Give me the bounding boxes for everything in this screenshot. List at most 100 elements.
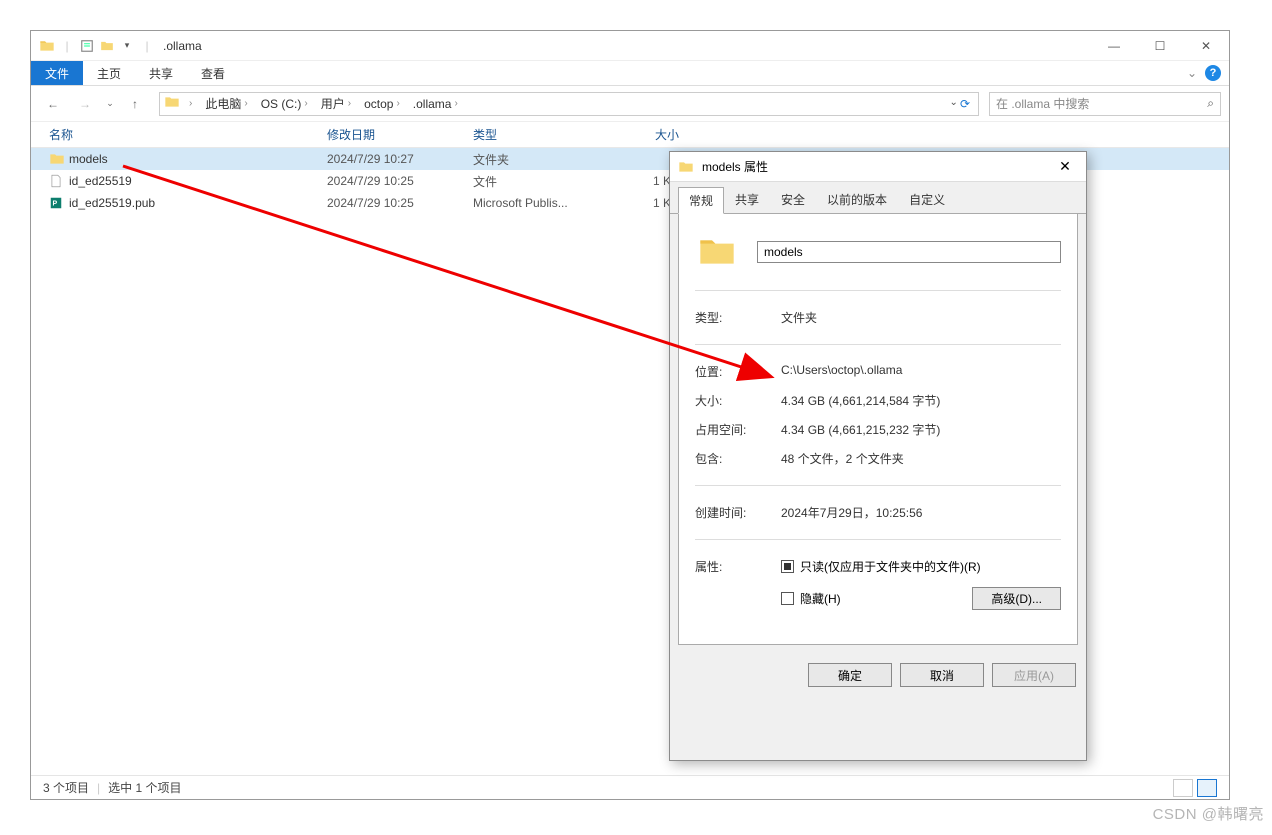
folder-icon	[164, 94, 180, 113]
breadcrumb-item[interactable]: .ollama›	[409, 93, 465, 115]
qat-sep: |	[59, 38, 75, 54]
folder-large-icon	[695, 230, 739, 274]
column-headers: 名称 修改日期 类型 大小	[31, 122, 1229, 148]
breadcrumb-item[interactable]: 用户›	[317, 93, 358, 115]
breadcrumb-item[interactable]: OS (C:)›	[257, 93, 315, 115]
minimize-button[interactable]: —	[1091, 31, 1137, 61]
prop-title-text: models 属性	[696, 158, 768, 175]
tab-custom[interactable]: 自定义	[898, 186, 956, 213]
addr-dropdown-icon[interactable]: ⌄	[950, 97, 958, 111]
view-thumbnails-button[interactable]	[1173, 779, 1193, 797]
close-button[interactable]: ✕	[1183, 31, 1229, 61]
tab-home[interactable]: 主页	[83, 61, 135, 85]
advanced-button[interactable]: 高级(D)...	[972, 587, 1061, 610]
ribbon-expand-icon[interactable]: ⌄	[1187, 66, 1197, 80]
col-type[interactable]: 类型	[473, 126, 599, 143]
file-date: 2024/7/29 10:27	[327, 152, 473, 166]
folder-icon	[49, 151, 69, 167]
prop-name-input[interactable]	[757, 241, 1061, 263]
breadcrumb-item[interactable]: 此电脑›	[201, 93, 254, 115]
prop-created-label: 创建时间:	[695, 504, 781, 521]
view-details-button[interactable]	[1197, 779, 1217, 797]
maximize-button[interactable]: ☐	[1137, 31, 1183, 61]
navbar: ← → ⌄ ↑ › 此电脑› OS (C:)› 用户› octop› .olla…	[31, 86, 1229, 122]
file-name: id_ed25519	[69, 174, 327, 188]
prop-type-label: 类型:	[695, 309, 781, 326]
col-date[interactable]: 修改日期	[327, 126, 473, 143]
qat-new-icon[interactable]	[99, 38, 115, 54]
file-date: 2024/7/29 10:25	[327, 196, 473, 210]
watermark: CSDN @韩曙亮	[1153, 803, 1264, 824]
tab-share[interactable]: 共享	[135, 61, 187, 85]
tab-view[interactable]: 查看	[187, 61, 239, 85]
recent-dropdown[interactable]: ⌄	[103, 90, 117, 118]
prop-attrs-label: 属性:	[695, 558, 781, 575]
file-name: id_ed25519.pub	[69, 196, 327, 210]
search-placeholder: 在 .ollama 中搜索	[996, 95, 1089, 112]
prop-type-value: 文件夹	[781, 309, 817, 326]
file-icon	[49, 174, 69, 188]
qat-props-icon[interactable]	[79, 38, 95, 54]
prop-ondisk-label: 占用空间:	[695, 421, 781, 438]
qat-dropdown[interactable]: ▾	[119, 38, 135, 54]
qat-sep2: |	[139, 38, 155, 54]
refresh-icon[interactable]: ⟳	[960, 97, 970, 111]
sys-buttons: — ☐ ✕	[1091, 31, 1229, 61]
ok-button[interactable]: 确定	[808, 663, 892, 687]
chevron-right-icon[interactable]: ›	[186, 98, 195, 109]
pub-icon: P	[49, 196, 69, 210]
back-button[interactable]: ←	[39, 90, 67, 118]
tab-general[interactable]: 常规	[678, 187, 724, 214]
readonly-checkbox[interactable]	[781, 560, 794, 573]
cancel-button[interactable]: 取消	[900, 663, 984, 687]
address-bar[interactable]: › 此电脑› OS (C:)› 用户› octop› .ollama› ⌄ ⟳	[159, 92, 979, 116]
breadcrumb-item[interactable]: octop›	[360, 93, 407, 115]
status-total: 3 个项目	[43, 779, 89, 796]
svg-text:P: P	[53, 200, 58, 207]
file-type: Microsoft Publis...	[473, 196, 599, 210]
prop-ondisk-value: 4.34 GB (4,661,215,232 字节)	[781, 421, 940, 438]
prop-size-value: 4.34 GB (4,661,214,584 字节)	[781, 392, 940, 409]
qat: | ▾ |	[31, 38, 155, 54]
help-icon[interactable]: ?	[1205, 65, 1221, 81]
search-icon[interactable]: ⌕	[1207, 96, 1214, 111]
prop-location-label: 位置:	[695, 363, 781, 380]
hidden-label: 隐藏(H)	[800, 590, 841, 607]
readonly-label: 只读(仅应用于文件夹中的文件)(R)	[800, 558, 981, 575]
tab-previous[interactable]: 以前的版本	[816, 186, 898, 213]
prop-size-label: 大小:	[695, 392, 781, 409]
prop-created-value: 2024年7月29日，10:25:56	[781, 504, 922, 521]
titlebar: | ▾ | .ollama — ☐ ✕	[31, 31, 1229, 61]
tab-security[interactable]: 安全	[770, 186, 816, 213]
hidden-checkbox[interactable]	[781, 592, 794, 605]
status-sep: |	[97, 781, 100, 795]
prop-contains-value: 48 个文件，2 个文件夹	[781, 450, 904, 467]
properties-dialog: models 属性 ✕ 常规 共享 安全 以前的版本 自定义 类型:文件夹 位置…	[669, 151, 1087, 761]
up-button[interactable]: ↑	[121, 90, 149, 118]
tab-file[interactable]: 文件	[31, 61, 83, 85]
window-title: .ollama	[155, 39, 202, 53]
file-date: 2024/7/29 10:25	[327, 174, 473, 188]
forward-button[interactable]: →	[71, 90, 99, 118]
file-name: models	[69, 152, 327, 166]
ribbon-tabs: 文件 主页 共享 查看 ⌄ ?	[31, 61, 1229, 86]
prop-location-value: C:\Users\octop\.ollama	[781, 363, 902, 380]
file-type: 文件夹	[473, 151, 599, 168]
col-name[interactable]: 名称	[49, 126, 327, 143]
col-size[interactable]: 大小	[599, 126, 699, 143]
status-bar: 3 个项目 | 选中 1 个项目	[31, 775, 1229, 799]
prop-close-button[interactable]: ✕	[1044, 152, 1086, 181]
explorer-window: | ▾ | .ollama — ☐ ✕ 文件 主页 共享 查看 ⌄ ? ← →	[30, 30, 1230, 800]
tab-share[interactable]: 共享	[724, 186, 770, 213]
prop-tabs: 常规 共享 安全 以前的版本 自定义	[670, 182, 1086, 214]
file-type: 文件	[473, 173, 599, 190]
status-selected: 选中 1 个项目	[108, 779, 181, 796]
prop-titlebar: models 属性 ✕	[670, 152, 1086, 182]
apply-button[interactable]: 应用(A)	[992, 663, 1076, 687]
prop-button-row: 确定 取消 应用(A)	[670, 653, 1086, 697]
search-input[interactable]: 在 .ollama 中搜索 ⌕	[989, 92, 1221, 116]
folder-icon	[678, 159, 696, 175]
prop-body: 类型:文件夹 位置:C:\Users\octop\.ollama 大小:4.34…	[678, 214, 1078, 645]
folder-icon	[39, 38, 55, 54]
prop-contains-label: 包含:	[695, 450, 781, 467]
